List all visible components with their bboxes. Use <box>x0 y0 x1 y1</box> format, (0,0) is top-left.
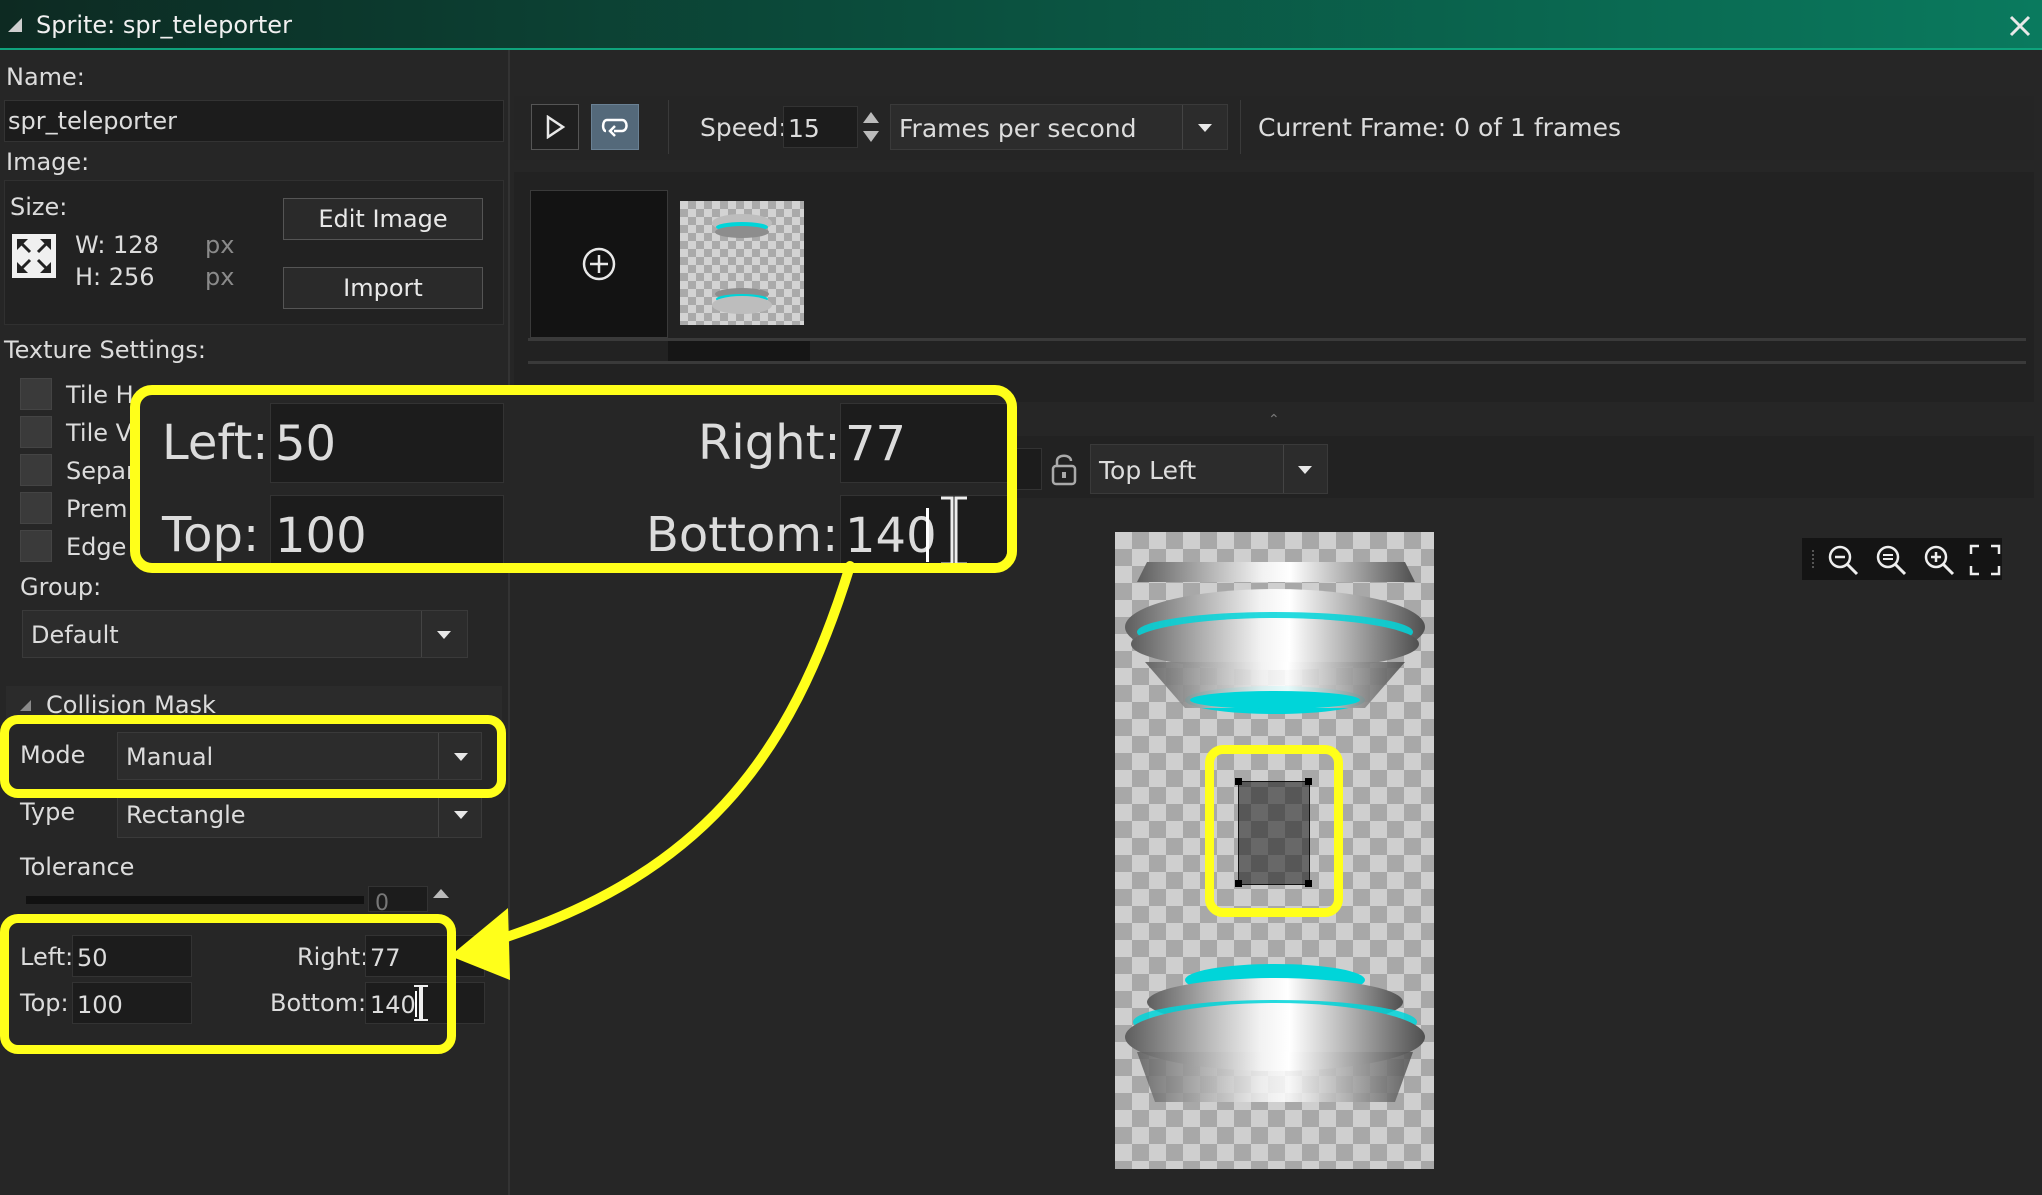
callout-arrow <box>450 561 855 980</box>
